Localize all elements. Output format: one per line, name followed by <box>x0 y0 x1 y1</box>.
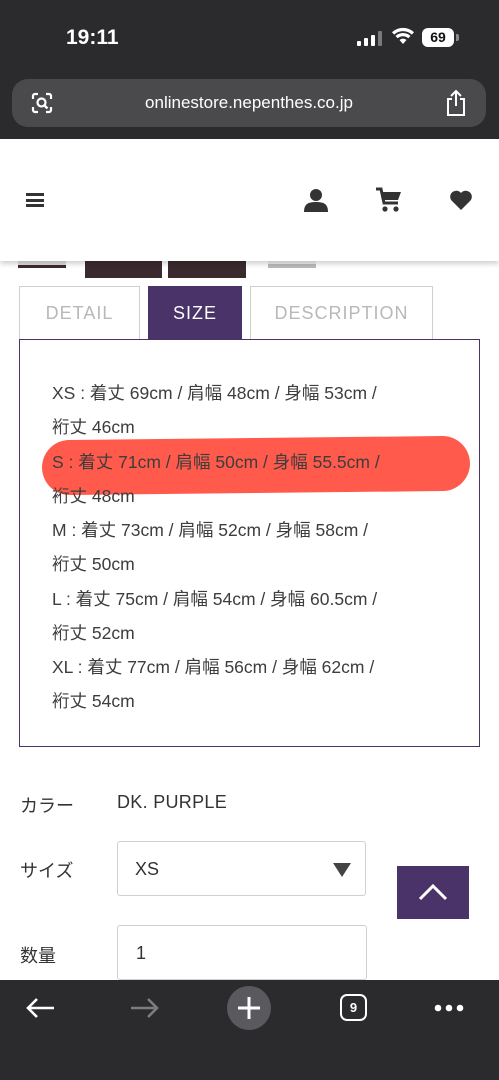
wifi-icon <box>392 27 414 44</box>
tab-size[interactable]: SIZE <box>148 286 242 339</box>
share-icon[interactable] <box>444 89 468 117</box>
cart-icon[interactable] <box>375 187 403 213</box>
battery-indicator: 69 <box>422 28 454 47</box>
status-time: 19:11 <box>66 26 119 49</box>
size-label: サイズ <box>20 861 74 881</box>
forward-arrow-icon[interactable] <box>129 996 161 1020</box>
scroll-to-top-button[interactable] <box>397 866 469 919</box>
size-line-s: S : 着丈 71cm / 肩幅 50cm / 身幅 55.5cm / <box>52 452 380 472</box>
hamburger-icon[interactable] <box>26 193 44 207</box>
cellular-signal-icon <box>357 31 383 46</box>
heart-icon[interactable] <box>449 189 473 211</box>
status-bar: 19:11 69 <box>0 0 499 75</box>
tab-detail[interactable]: DETAIL <box>19 286 140 339</box>
size-line-m: M : 着丈 73cm / 肩幅 52cm / 身幅 58cm / <box>52 520 369 540</box>
browser-address-area: onlinestore.nepenthes.co.jp <box>0 75 499 139</box>
quantity-value: 1 <box>136 943 147 963</box>
back-arrow-icon[interactable] <box>24 996 56 1020</box>
more-icon[interactable] <box>434 1004 464 1012</box>
chevron-up-icon <box>418 883 448 901</box>
product-thumbnail[interactable] <box>168 258 246 278</box>
size-select-value: XS <box>135 859 160 879</box>
new-tab-plus-icon[interactable] <box>226 985 272 1031</box>
size-line-l: L : 着丈 75cm / 肩幅 54cm / 身幅 60.5cm / <box>52 589 378 609</box>
tab-description[interactable]: DESCRIPTION <box>250 286 433 339</box>
size-line-xs-sleeve: 裄丈 46cm <box>52 417 135 437</box>
quantity-input[interactable]: 1 <box>117 925 367 980</box>
product-thumbnail[interactable] <box>85 258 162 278</box>
size-line-s-sleeve: 裄丈 48cm <box>52 486 135 506</box>
size-line-l-sleeve: 裄丈 52cm <box>52 623 135 643</box>
size-select[interactable]: XS <box>117 841 366 896</box>
color-value: DK. PURPLE <box>117 792 228 812</box>
browser-toolbar: 9 <box>0 980 499 1080</box>
size-line-xs: XS : 着丈 69cm / 肩幅 48cm / 身幅 53cm / <box>52 383 377 403</box>
size-line-xl: XL : 着丈 77cm / 肩幅 56cm / 身幅 62cm / <box>52 657 375 677</box>
color-label: カラー <box>20 796 74 816</box>
url-text[interactable]: onlinestore.nepenthes.co.jp <box>12 93 486 113</box>
size-line-xl-sleeve: 裄丈 54cm <box>52 691 135 711</box>
dropdown-arrow-icon <box>333 863 351 877</box>
address-bar[interactable]: onlinestore.nepenthes.co.jp <box>12 79 486 127</box>
size-table-panel: XS : 着丈 69cm / 肩幅 48cm / 身幅 53cm / 裄丈 46… <box>19 339 480 747</box>
site-header <box>0 139 499 261</box>
battery-tip <box>456 34 459 41</box>
user-icon[interactable] <box>303 187 329 213</box>
quantity-label: 数量 <box>20 946 56 966</box>
size-line-m-sleeve: 裄丈 50cm <box>52 554 135 574</box>
tab-switcher-button[interactable]: 9 <box>340 994 367 1021</box>
